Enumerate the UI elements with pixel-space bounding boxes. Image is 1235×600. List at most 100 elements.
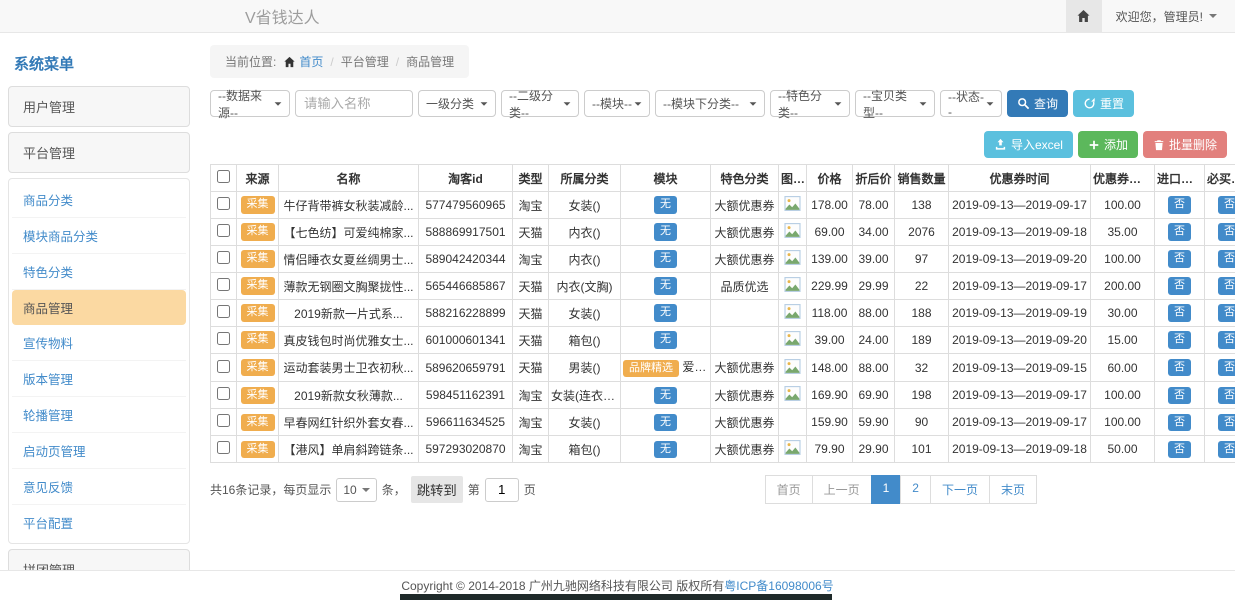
sidebar-item-平台管理[interactable]: 平台管理 xyxy=(8,132,190,173)
sidebar-subitem-轮播管理[interactable]: 轮播管理 xyxy=(12,397,186,433)
must-buy-toggle[interactable]: 否 xyxy=(1218,359,1235,376)
batch-delete-button[interactable]: 批量删除 xyxy=(1143,131,1227,158)
row-checkbox[interactable] xyxy=(217,251,230,264)
goods-name: 情侣睡衣女夏丝绸男士... xyxy=(283,251,413,268)
last-page-button[interactable]: 末页 xyxy=(989,475,1037,504)
category-cell: 内衣() xyxy=(549,246,621,273)
sidebar-subitem-启动页管理[interactable]: 启动页管理 xyxy=(12,433,186,469)
must-buy-toggle[interactable]: 否 xyxy=(1218,331,1235,348)
must-buy-toggle[interactable]: 否 xyxy=(1218,304,1235,321)
next-page-button[interactable]: 下一页 xyxy=(930,475,990,504)
row-checkbox[interactable] xyxy=(217,305,230,318)
filter-select-level1-category[interactable]: 一级分类 xyxy=(418,90,496,117)
must-buy-toggle[interactable]: 否 xyxy=(1218,196,1235,213)
icon-cell xyxy=(779,300,807,327)
sales-cell: 90 xyxy=(895,409,949,436)
import-select-toggle[interactable]: 否 xyxy=(1168,304,1191,321)
filter-select-item-type[interactable]: --宝贝类型-- xyxy=(855,90,935,117)
must-buy-toggle[interactable]: 否 xyxy=(1218,277,1235,294)
select-all-checkbox[interactable] xyxy=(217,170,230,183)
name-cell: 运动套装男士卫衣初秋... xyxy=(279,354,419,382)
row-checkbox[interactable] xyxy=(217,414,230,427)
main-panel: 当前位置: 首页 / 平台管理 / 商品管理 --数据来源--一级分类--二级分… xyxy=(210,45,1227,570)
icon-cell xyxy=(779,327,807,354)
import-select-toggle[interactable]: 否 xyxy=(1168,359,1191,376)
sidebar-subitem-模块商品分类[interactable]: 模块商品分类 xyxy=(12,218,186,254)
breadcrumb-home-link[interactable]: 首页 xyxy=(283,53,323,70)
must-buy-toggle[interactable]: 否 xyxy=(1218,223,1235,240)
pagination-bar: 共16条记录，每页显示 10 条， 跳转到 第 页 首页上一页12下一页末页 xyxy=(210,475,1227,504)
taoke-id-cell: 601000601341 xyxy=(419,327,513,354)
sidebar-subitem-商品管理[interactable]: 商品管理 xyxy=(12,290,186,325)
must-buy-toggle[interactable]: 否 xyxy=(1218,441,1235,458)
picture-icon xyxy=(784,386,801,401)
name-search-input[interactable] xyxy=(295,90,413,117)
source-cell: 采集 xyxy=(237,273,279,300)
sidebar-item-拼团管理[interactable]: 拼团管理 xyxy=(8,549,190,570)
sidebar-subitem-意见反馈[interactable]: 意见反馈 xyxy=(12,469,186,505)
add-button[interactable]: 添加 xyxy=(1078,131,1138,158)
source-cell: 采集 xyxy=(237,327,279,354)
sidebar-item-用户管理[interactable]: 用户管理 xyxy=(8,86,190,127)
import-select-toggle[interactable]: 否 xyxy=(1168,414,1191,431)
import-excel-button[interactable]: 导入excel xyxy=(984,131,1073,158)
coupon-time-cell: 2019-09-13—2019-09-20 xyxy=(949,327,1091,354)
row-checkbox[interactable] xyxy=(217,224,230,237)
home-button[interactable] xyxy=(1066,0,1102,32)
module-cell: 无 xyxy=(621,219,711,246)
reset-button[interactable]: 重置 xyxy=(1073,90,1134,117)
icp-link[interactable]: 粤ICP备16098006号 xyxy=(724,577,833,594)
column-header-所属分类: 所属分类 xyxy=(549,165,621,192)
prev-page-button[interactable]: 上一页 xyxy=(812,475,872,504)
coupon-time-cell: 2019-09-13—2019-09-17 xyxy=(949,192,1091,219)
must-buy-toggle[interactable]: 否 xyxy=(1218,250,1235,267)
import-select-toggle[interactable]: 否 xyxy=(1168,223,1191,240)
row-checkbox[interactable] xyxy=(217,278,230,291)
import-select-cell: 否 xyxy=(1155,300,1205,327)
must-buy-toggle[interactable]: 否 xyxy=(1218,387,1235,404)
goods-name: 2019新款一片式系... xyxy=(294,305,403,322)
filter-select-module-subcategory[interactable]: --模块下分类-- xyxy=(655,90,765,117)
filter-select-level2-category[interactable]: --二级分类-- xyxy=(501,90,579,117)
copyright-text: Copyright © 2014-2018 广州九驰网络科技有限公司 版权所有 xyxy=(401,577,724,594)
page-button-2[interactable]: 2 xyxy=(900,475,931,504)
icon-cell xyxy=(779,246,807,273)
filter-select-module[interactable]: --模块-- xyxy=(584,90,650,117)
filter-select-data-source[interactable]: --数据来源-- xyxy=(210,90,290,117)
sidebar-subitem-平台配置[interactable]: 平台配置 xyxy=(12,505,186,540)
row-checkbox[interactable] xyxy=(217,197,230,210)
sidebar-subitem-宣传物料[interactable]: 宣传物料 xyxy=(12,325,186,361)
page-number-input[interactable] xyxy=(485,478,519,502)
select-value: --数据来源-- xyxy=(218,87,274,121)
user-menu[interactable]: 欢迎您，管理员! xyxy=(1102,8,1235,25)
home-icon xyxy=(1076,9,1091,23)
import-select-toggle[interactable]: 否 xyxy=(1168,277,1191,294)
import-select-toggle[interactable]: 否 xyxy=(1168,387,1191,404)
import-select-toggle[interactable]: 否 xyxy=(1168,441,1191,458)
sidebar-subitem-特色分类[interactable]: 特色分类 xyxy=(12,254,186,290)
jump-button[interactable]: 跳转到 xyxy=(411,476,463,503)
module-none-badge: 无 xyxy=(654,331,677,348)
discount-price-cell: 59.90 xyxy=(853,409,895,436)
page-button-1[interactable]: 1 xyxy=(871,475,902,504)
chevron-down-icon xyxy=(835,102,842,105)
feature-cell: 大额优惠券 xyxy=(711,192,779,219)
sales-cell: 22 xyxy=(895,273,949,300)
filter-select-status[interactable]: --状态-- xyxy=(940,90,1002,117)
import-select-toggle[interactable]: 否 xyxy=(1168,331,1191,348)
type-cell: 天猫 xyxy=(513,327,549,354)
row-checkbox[interactable] xyxy=(217,360,230,373)
import-select-toggle[interactable]: 否 xyxy=(1168,250,1191,267)
sidebar-subitem-商品分类[interactable]: 商品分类 xyxy=(12,182,186,218)
sales-cell: 189 xyxy=(895,327,949,354)
row-checkbox[interactable] xyxy=(217,441,230,454)
row-checkbox[interactable] xyxy=(217,332,230,345)
filter-select-feature-category[interactable]: --特色分类-- xyxy=(770,90,850,117)
import-select-toggle[interactable]: 否 xyxy=(1168,196,1191,213)
query-button[interactable]: 查询 xyxy=(1007,90,1068,117)
first-page-button[interactable]: 首页 xyxy=(765,475,813,504)
row-checkbox[interactable] xyxy=(217,387,230,400)
per-page-select[interactable]: 10 xyxy=(336,478,376,502)
sidebar-subitem-版本管理[interactable]: 版本管理 xyxy=(12,361,186,397)
must-buy-toggle[interactable]: 否 xyxy=(1218,414,1235,431)
